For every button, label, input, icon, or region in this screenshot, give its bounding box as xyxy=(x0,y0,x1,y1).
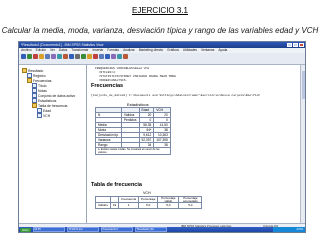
taskbar-item-mi-pc[interactable]: Mi PC xyxy=(32,226,65,232)
start-button[interactable]: Inicio xyxy=(20,227,31,232)
toolbar-button-icon[interactable] xyxy=(39,53,44,59)
statistics-table: Edad VCH N Válidos 20 20 Perdidos 0 0 Media 58… xyxy=(95,107,171,155)
toolbar-button-icon[interactable] xyxy=(27,53,32,59)
window-controls xyxy=(287,43,304,47)
toolbar-button-icon[interactable] xyxy=(51,53,56,59)
toolbar-button-icon[interactable] xyxy=(33,53,38,59)
frequencies-heading: Frecuencias xyxy=(91,83,124,89)
toolbar-button-icon[interactable] xyxy=(99,53,104,59)
toolbar-button-icon[interactable] xyxy=(69,53,74,59)
toolbar-button-icon[interactable] xyxy=(111,53,116,59)
toolbar-button-icon[interactable] xyxy=(123,53,128,59)
table-row: a. Existen varias modas. Se mostrará el … xyxy=(95,147,171,155)
taskbar-item-word[interactable]: TP EST1.doc xyxy=(66,226,99,232)
dataset-path: [Conjunto_de_datos0] C:\Documents and Se… xyxy=(91,94,261,97)
outline-pane: Resultado Registro Frecuencias Título No… xyxy=(19,65,87,223)
output-content: FREQUENCIES VARIABLES=Edad VCH /NTILES=4… xyxy=(87,65,305,223)
toolbar-button-icon[interactable] xyxy=(93,53,98,59)
slide-title: EJERCICIO 3.1 xyxy=(131,6,188,15)
frequency-table-heading: Tabla de frecuencia xyxy=(91,182,142,188)
toolbar-button-icon[interactable] xyxy=(75,53,80,59)
vch-heading: VCH xyxy=(143,191,151,195)
toolbar-button-icon[interactable] xyxy=(117,53,122,59)
maximize-icon[interactable] xyxy=(293,43,298,47)
tree-item-vch[interactable]: VCH xyxy=(37,113,50,118)
taskbar-item-powerpoint[interactable]: Presentación1 xyxy=(100,226,133,232)
toolbar-button-icon[interactable] xyxy=(45,53,50,59)
clock: 20:54 xyxy=(296,228,304,231)
taskbar-item-spss[interactable]: *Resultado1 [Do xyxy=(134,226,167,232)
toolbar-button-icon[interactable] xyxy=(81,53,86,59)
toolbar xyxy=(19,53,305,65)
stats-footnote: a. Existen varias modas. Se mostrará el … xyxy=(95,147,171,155)
frequency-table: Frecuencia Porcentaje Porcentaje válido … xyxy=(95,195,203,210)
vertical-scrollbar[interactable] xyxy=(300,65,305,223)
windows-taskbar: Inicio Mi PC TP EST1.doc Presentación1 *… xyxy=(19,226,305,232)
toolbar-button-icon[interactable] xyxy=(21,53,26,59)
table-row: Válidos 19 1 5,0 5,0 5,0 xyxy=(95,202,203,210)
system-tray: 20:54 xyxy=(273,227,305,232)
syntax-block: FREQUENCIES VARIABLES=Edad VCH /NTILES=4… xyxy=(95,67,177,82)
minimize-icon[interactable] xyxy=(287,43,292,47)
toolbar-button-icon[interactable] xyxy=(63,53,68,59)
toolbar-button-icon[interactable] xyxy=(105,53,110,59)
scroll-thumb[interactable] xyxy=(301,71,305,99)
toolbar-button-icon[interactable] xyxy=(57,53,62,59)
toolbar-button-icon[interactable] xyxy=(87,53,92,59)
document-icon xyxy=(37,113,42,118)
close-icon[interactable] xyxy=(299,43,304,47)
slide-subtitle: Calcular la media, moda, varianza, desvi… xyxy=(1,26,319,35)
window-title: *Resultado1 [Documento1] - IBM SPSS Stat… xyxy=(21,43,104,47)
spss-viewer-window: *Resultado1 [Documento1] - IBM SPSS Stat… xyxy=(18,41,306,233)
